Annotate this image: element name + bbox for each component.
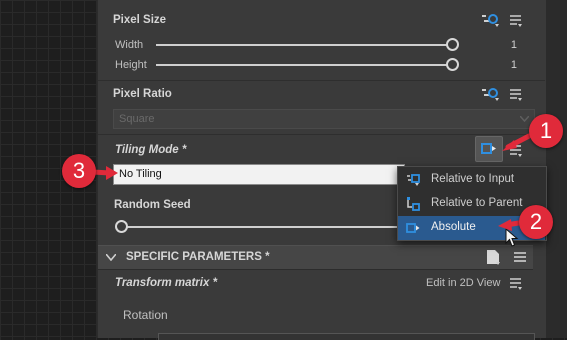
callout-badge-2: 2 [519,205,553,239]
callout-badge-3: 3 [62,154,96,188]
callout-badge-1: 1 [529,114,563,148]
